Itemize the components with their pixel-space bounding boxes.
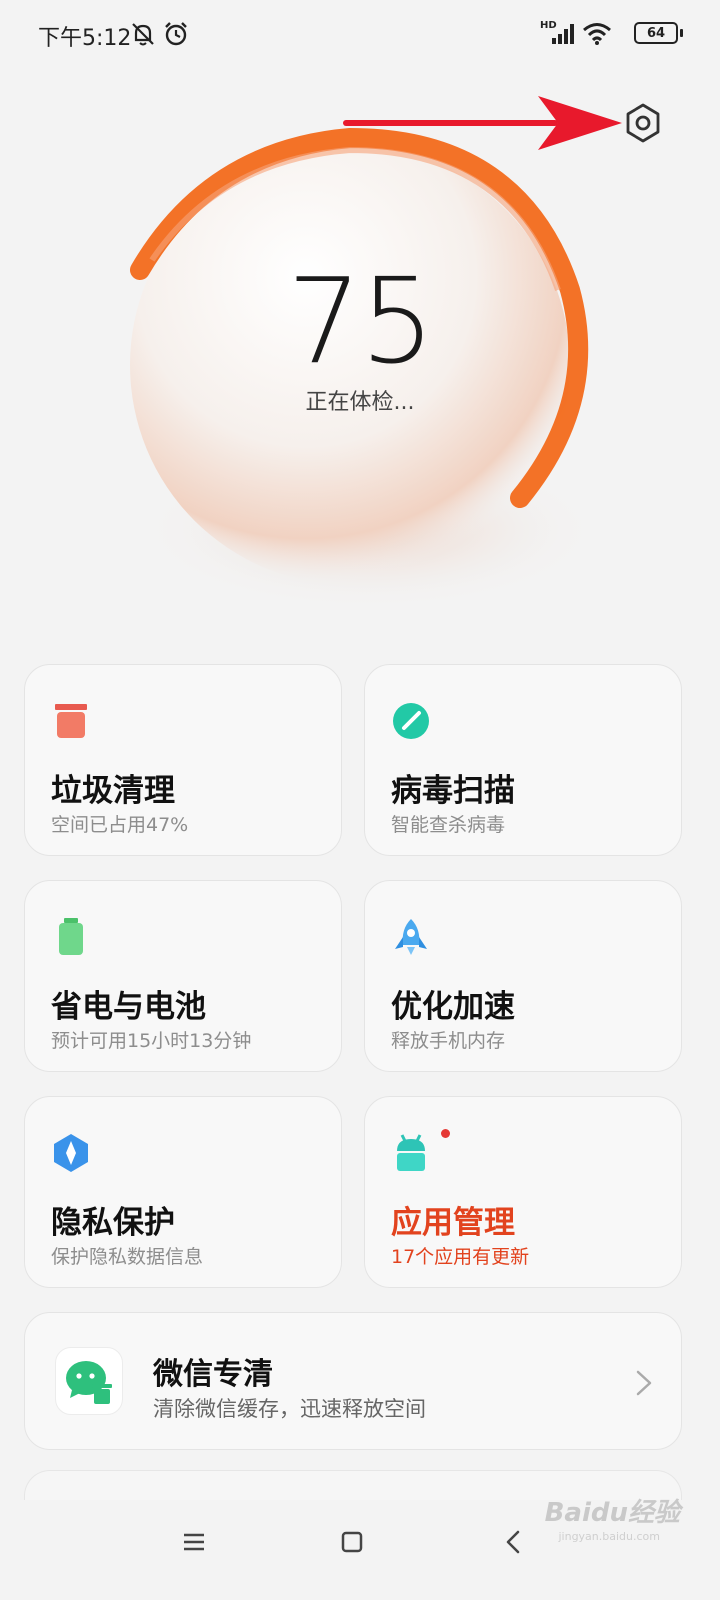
card-battery[interactable]: 省电与电池 预计可用15小时13分钟 <box>24 880 342 1072</box>
trash-icon <box>55 704 87 738</box>
card-wechat-clean[interactable]: 微信专清 清除微信缓存，迅速释放空间 <box>24 1312 682 1450</box>
card-virus-scan[interactable]: 病毒扫描 智能查杀病毒 <box>364 664 682 856</box>
status-time: 下午5:12 <box>38 26 132 51</box>
card-subtitle: 17个应用有更新 <box>391 1246 530 1268</box>
menu-icon[interactable] <box>174 1522 214 1562</box>
baidu-watermark: Baidu经验 <box>544 1498 680 1528</box>
card-title: 优化加速 <box>391 989 515 1025</box>
card-subtitle: 智能查杀病毒 <box>391 814 506 836</box>
card-title: 垃圾清理 <box>51 773 175 809</box>
security-app-screen: 下午5:12 HD 64 75 正在体检... 垃圾清理 空间已占用47% 病毒… <box>0 0 720 1600</box>
wechat-title: 微信专清 <box>153 1357 273 1392</box>
rocket-icon <box>395 919 427 955</box>
battery-indicator: 64 <box>634 22 683 44</box>
status-bar: 下午5:12 HD 64 <box>0 0 720 70</box>
card-title: 病毒扫描 <box>391 773 515 809</box>
wechat-clean-icon <box>55 1347 123 1415</box>
baidu-watermark-url: jingyan.baidu.com <box>558 1530 660 1543</box>
health-score: 75 <box>286 252 435 390</box>
alarm-icon <box>165 22 187 46</box>
card-subtitle: 保护隐私数据信息 <box>51 1246 204 1268</box>
shield-scan-icon <box>393 703 429 739</box>
card-subtitle: 释放手机内存 <box>391 1030 506 1052</box>
card-subtitle: 预计可用15小时13分钟 <box>51 1030 252 1052</box>
wechat-subtitle: 清除微信缓存，迅速释放空间 <box>153 1397 426 1421</box>
home-icon[interactable] <box>332 1522 372 1562</box>
wifi-icon <box>583 23 611 45</box>
signal-icon <box>552 24 574 44</box>
card-subtitle: 空间已占用47% <box>51 814 189 836</box>
card-junk-clean[interactable]: 垃圾清理 空间已占用47% <box>24 664 342 856</box>
battery-icon <box>59 918 83 955</box>
back-icon[interactable] <box>494 1522 534 1562</box>
chevron-right-icon <box>636 1370 652 1396</box>
scan-status: 正在体检... <box>305 390 415 415</box>
update-badge-dot <box>441 1129 450 1138</box>
mute-bell-icon <box>132 23 154 46</box>
card-title: 应用管理 <box>391 1205 515 1241</box>
card-speed-up[interactable]: 优化加速 释放手机内存 <box>364 880 682 1072</box>
card-privacy[interactable]: 隐私保护 保护隐私数据信息 <box>24 1096 342 1288</box>
android-icon <box>397 1134 425 1171</box>
settings-icon[interactable] <box>620 100 666 146</box>
privacy-icon <box>54 1134 88 1172</box>
card-title: 隐私保护 <box>51 1205 175 1241</box>
card-title: 省电与电池 <box>51 989 206 1025</box>
battery-level: 64 <box>646 25 666 41</box>
card-app-manage[interactable]: 应用管理 17个应用有更新 <box>364 1096 682 1288</box>
